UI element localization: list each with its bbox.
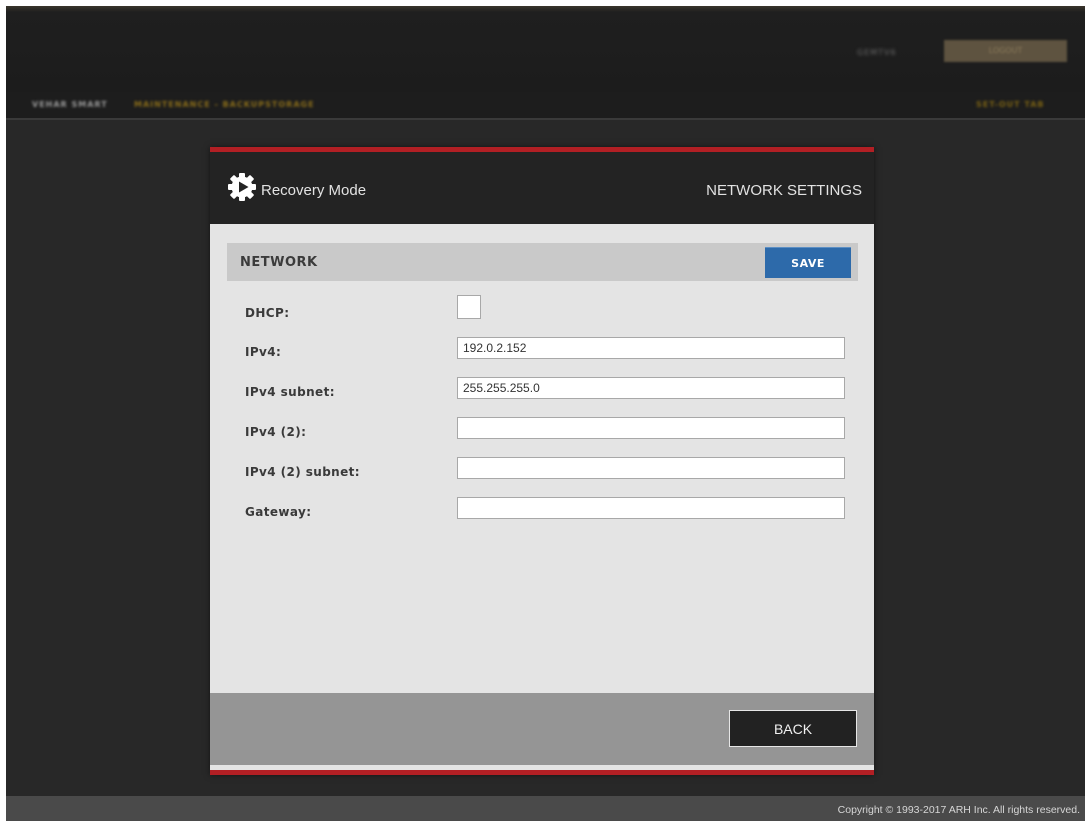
ipv4-subnet-label: IPv4 subnet: [245, 385, 335, 399]
ipv4-label: IPv4: [245, 345, 282, 359]
breadcrumb: VEHAR SMART MAINTENANCE - BACKUPSTORAGE … [6, 92, 1085, 120]
save-button[interactable]: SAVE [765, 247, 851, 278]
ipv4-field[interactable] [457, 337, 845, 359]
ipv4-subnet-field[interactable] [457, 377, 845, 399]
breadcrumb-right-link[interactable]: SET-OUT TAB [976, 100, 1045, 109]
dialog-header: Recovery Mode NETWORK SETTINGS [210, 152, 874, 224]
dialog-title: Recovery Mode [261, 182, 367, 199]
ipv4-2-subnet-field[interactable] [457, 457, 845, 479]
breadcrumb-home[interactable]: VEHAR SMART [32, 100, 108, 109]
user-menu-button[interactable]: LOGOUT [944, 40, 1067, 62]
gateway-field[interactable] [457, 497, 845, 519]
dialog-footer: BACK [210, 693, 874, 765]
ipv4-2-field[interactable] [457, 417, 845, 439]
network-settings-dialog: Recovery Mode NETWORK SETTINGS NETWORK S… [210, 147, 874, 775]
back-button[interactable]: BACK [729, 710, 857, 747]
dhcp-checkbox[interactable] [457, 295, 481, 319]
ipv4-2-label: IPv4 (2): [245, 425, 307, 439]
ipv4-2-subnet-label: IPv4 (2) subnet: [245, 465, 360, 479]
user-label: GEMTV6 [857, 48, 897, 57]
gear-play-icon [228, 173, 256, 201]
breadcrumb-section[interactable]: MAINTENANCE - BACKUPSTORAGE [134, 100, 315, 109]
network-section-header: NETWORK SAVE [227, 243, 858, 281]
app-window: GEMTV6 LOGOUT VEHAR SMART MAINTENANCE - … [6, 6, 1085, 821]
page-title: NETWORK SETTINGS [706, 182, 862, 199]
gateway-label: Gateway: [245, 505, 312, 519]
status-bar: Copyright © 1993-2017 ARH Inc. All right… [6, 796, 1085, 821]
copyright-text: Copyright © 1993-2017 ARH Inc. All right… [837, 804, 1080, 816]
top-bar: GEMTV6 LOGOUT VEHAR SMART MAINTENANCE - … [6, 6, 1085, 120]
dhcp-label: DHCP: [245, 306, 290, 320]
section-title: NETWORK [240, 255, 318, 270]
